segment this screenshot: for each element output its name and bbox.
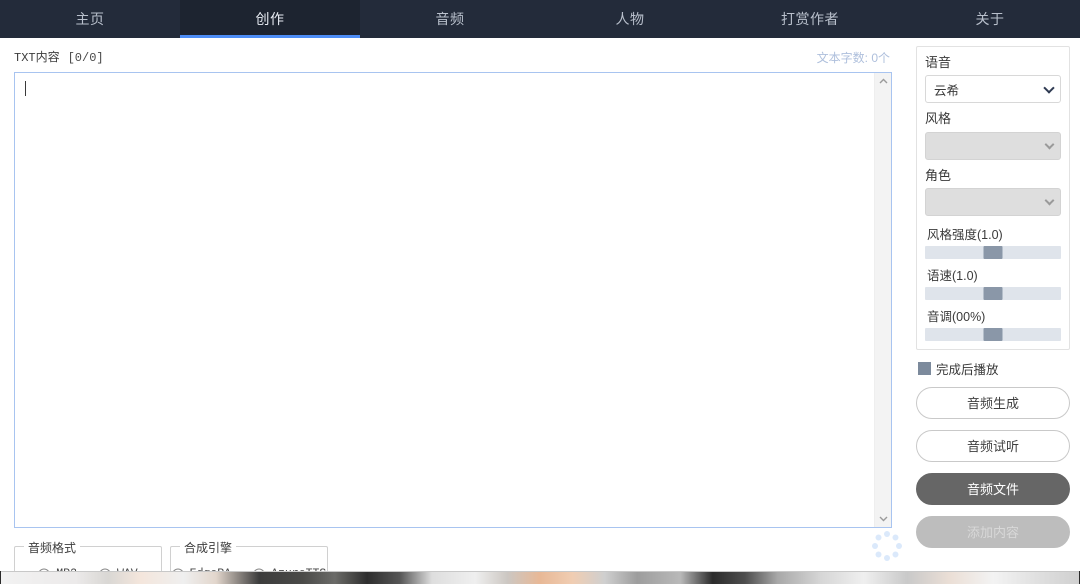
slider-thumb[interactable] xyxy=(983,245,1003,259)
file-counter: [0/0] xyxy=(67,51,104,65)
button-label: 音频生成 xyxy=(966,396,1019,412)
button-label: 添加内容 xyxy=(966,525,1019,541)
chevron-up-icon[interactable] xyxy=(875,73,892,89)
spinner-dot xyxy=(874,550,883,559)
spinner-dot xyxy=(872,543,878,549)
play-after-finish-checkbox[interactable]: 完成后播放 xyxy=(918,359,1070,378)
style-strength-slider[interactable] xyxy=(925,245,1061,259)
voice-select-value: 云希 xyxy=(934,83,960,98)
nav-tab-audio[interactable]: 音频 xyxy=(360,0,540,38)
text-caret xyxy=(25,81,26,96)
voice-select[interactable]: 云希 xyxy=(925,75,1061,104)
voice-label: 语音 xyxy=(925,55,952,70)
add-content-button: 添加内容 xyxy=(916,515,1070,548)
textarea-scrollbar[interactable] xyxy=(874,73,891,527)
preview-audio-button[interactable]: 音频试听 xyxy=(916,429,1070,462)
speech-rate-slider[interactable] xyxy=(925,286,1061,300)
bottom-image-strip xyxy=(0,571,1080,584)
button-label: 音频文件 xyxy=(966,482,1019,498)
spinner-dot xyxy=(884,531,890,537)
nav-tab-label: 音频 xyxy=(435,11,465,27)
style-strength-label: 风格强度(1.0) xyxy=(927,227,1003,242)
chevron-down-icon xyxy=(1044,139,1055,149)
style-label: 风格 xyxy=(925,111,952,127)
synth-engine-legend: 合成引擎 xyxy=(180,539,237,556)
nav-tab-label: 创作 xyxy=(255,11,285,27)
nav-tab-label: 打赏作者 xyxy=(781,11,839,27)
spinner-dot xyxy=(884,555,890,561)
spinner-dot xyxy=(891,533,900,542)
audio-file-button[interactable]: 音频文件 xyxy=(916,472,1070,505)
txt-content-textarea[interactable] xyxy=(14,72,892,528)
slider-thumb[interactable] xyxy=(983,327,1003,341)
button-label: 音频试听 xyxy=(966,439,1019,455)
spinner-dot xyxy=(896,543,902,549)
chevron-down-icon xyxy=(1044,195,1055,206)
nav-tab-donate[interactable]: 打赏作者 xyxy=(720,0,900,38)
pitch-label: 音调(00%) xyxy=(927,309,986,324)
audio-format-legend: 音频格式 xyxy=(24,539,81,556)
generate-audio-button[interactable]: 音频生成 xyxy=(916,386,1070,419)
nav-tab-characters[interactable]: 人物 xyxy=(540,0,720,38)
loading-spinner xyxy=(872,531,902,561)
chevron-down-icon[interactable] xyxy=(875,511,892,527)
editor-header: TXT内容 [0/0] 文本字数: 0个 xyxy=(14,48,890,68)
chevron-down-icon xyxy=(1043,82,1055,94)
speech-rate-label: 语速(1.0) xyxy=(927,268,978,283)
nav-tab-create[interactable]: 创作 xyxy=(180,0,360,38)
voice-settings-box: 语音 云希 风格 角色 风格强度(1.0) 语速(1.0) 音调(00%) xyxy=(916,46,1070,350)
editor-pane: TXT内容[0/0] 文本字数: 0个 音频格式 MP3 xyxy=(0,38,906,584)
settings-panel: 语音 云希 风格 角色 风格强度(1.0) 语速(1.0) 音调(00%) 完成… xyxy=(906,38,1080,584)
nav-tab-home[interactable]: 主页 xyxy=(0,0,180,38)
strip-edge-left xyxy=(0,571,1,584)
txt-content-label: TXT内容 [0/0] xyxy=(14,51,104,65)
style-select[interactable] xyxy=(925,131,1061,160)
slider-thumb[interactable] xyxy=(983,286,1003,300)
main-navigation: 主页 创作 音频 人物 打赏作者 关于 xyxy=(0,0,1080,38)
nav-tab-about[interactable]: 关于 xyxy=(900,0,1080,38)
word-count-label: 文本字数: 0个 xyxy=(816,51,890,65)
app-window: 主页 创作 音频 人物 打赏作者 关于 TXT内容[0/0] 文本字数: 0个 xyxy=(0,0,1080,584)
role-label: 角色 xyxy=(925,167,952,183)
pitch-slider[interactable] xyxy=(925,327,1061,341)
spinner-dot xyxy=(874,533,883,542)
role-select[interactable] xyxy=(925,187,1061,216)
nav-tab-label: 主页 xyxy=(75,11,105,27)
nav-tab-label: 关于 xyxy=(975,11,1005,27)
checkbox-icon xyxy=(918,361,931,375)
spinner-dot xyxy=(891,550,900,559)
nav-tab-label: 人物 xyxy=(615,11,645,27)
checkbox-label: 完成后播放 xyxy=(936,362,999,377)
